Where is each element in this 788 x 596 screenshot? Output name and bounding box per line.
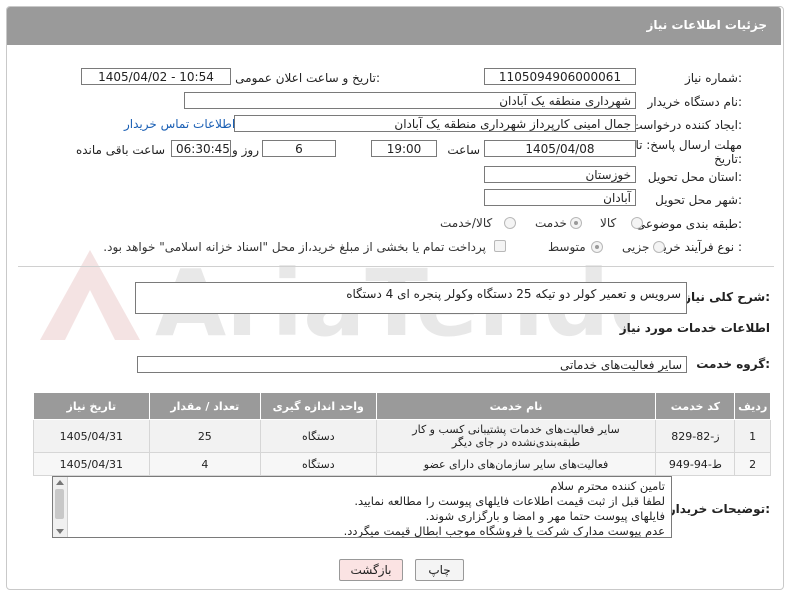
category-radio-service[interactable] [570,217,582,229]
notes-textarea[interactable]: تامین کننده محترم سلام لطفا قبل از ثبت ق… [52,476,672,538]
col-qty: تعداد / مقدار [148,392,261,420]
table-header-row: ردیف کد خدمت نام خدمت واحد اندازه گیری ت… [33,392,771,420]
summary-label: شرح کلی نیاز: [684,290,770,304]
deadline-time-label: ساعت [447,143,480,157]
table-row: 2 ط-94-949 فعالیت‌های سایر سازمان‌های دا… [33,452,771,476]
cell-name: سایر فعالیت‌های خدمات پشتیبانی کسب و کار… [375,419,657,453]
need-number-field: 1105094906000061 [484,68,636,85]
process-option-medium: متوسط [548,240,586,254]
notes-line: لطفا قبل از ثبت قیمت اطلاعات فایلهای پیو… [354,494,665,508]
cell-qty: 4 [148,452,261,476]
notes-line: فایلهای پیوست حتما مهر و امضا و بارگزاری… [425,509,665,523]
col-code: کد خدمت [655,392,736,420]
category-option-both: کالا/خدمت [440,216,493,230]
deadline-date-field: 1405/04/08 [484,140,636,157]
creator-field: جمال امینی کارپرداز شهرداری منطقه یک آبا… [234,115,636,132]
page: جزئیات اطلاعات نیاز AriaTender.net شماره… [0,0,788,596]
process-option-minor: جزیی [622,240,650,254]
table-row: 1 ز-82-829 سایر فعالیت‌های خدمات پشتیبان… [33,419,771,453]
process-radio-medium[interactable] [591,241,603,253]
category-option-service: خدمت [535,216,567,230]
summary-box: سرویس و تعمیر کولر دو تیکه 25 دستگاه وکو… [135,282,687,314]
page-title: جزئیات اطلاعات نیاز [646,18,767,32]
scroll-thumb[interactable] [55,489,64,519]
treasury-payment-note: پرداخت تمام یا بخشی از مبلغ خرید،از محل … [103,240,486,254]
announce-label: تاریخ و ساعت اعلان عمومی: [235,71,380,85]
col-name: نام خدمت [375,392,657,420]
buyer-org-label: نام دستگاه خریدار: [647,95,743,109]
summary-text: سرویس و تعمیر کولر دو تیکه 25 دستگاه وکو… [346,287,681,301]
treasury-payment-checkbox[interactable] [494,240,506,252]
deadline-label-date: تاریخ: [714,152,742,166]
deadline-label: مهلت ارسال پاسخ: تا [635,138,742,152]
category-option-goods: کالا [600,216,617,230]
remaining-label: ساعت باقی مانده [75,143,165,157]
province-label: استان محل تحویل: [647,170,742,184]
cell-date: 1405/04/31 [33,419,150,453]
notes-line: تامین کننده محترم سلام [550,479,665,493]
section-divider [18,266,774,267]
col-date: تاریخ نیاز [33,392,150,420]
province-field: خوزستان [484,166,636,183]
cell-index: 1 [734,419,771,453]
contact-buyer-link[interactable]: اطلاعات تماس خریدار [124,117,235,131]
category-label: طبقه بندی موضوعی: [635,217,742,231]
service-group-field: سایر فعالیت‌های خدماتی [137,356,687,373]
process-radio-minor[interactable] [653,241,665,253]
scroll-up-icon[interactable] [56,480,64,485]
need-number-label: شماره نیاز: [684,71,742,85]
notes-label: توضیحات خریدار: [668,502,770,516]
cell-unit: دستگاه [259,419,377,453]
cell-qty: 25 [148,419,261,453]
days-field: 6 [262,140,336,157]
remaining-time-field: 06:30:45 [171,140,231,157]
category-radio-goods[interactable] [631,217,643,229]
days-label: روز و [232,143,259,157]
notes-scrollbar[interactable] [53,477,68,537]
back-button[interactable]: بازگشت [339,559,403,581]
announce-field: 1405/04/02 - 10:54 [81,68,231,85]
cell-unit: دستگاه [259,452,377,476]
services-table: ردیف کد خدمت نام خدمت واحد اندازه گیری ت… [33,392,771,476]
category-radio-both[interactable] [504,217,516,229]
creator-label: ایجاد کننده درخواست: [631,118,742,132]
city-label: شهر محل تحویل: [655,193,742,207]
service-group-label: گروه خدمت: [696,357,770,371]
col-index: ردیف [734,392,771,420]
col-unit: واحد اندازه گیری [259,392,377,420]
page-header: جزئیات اطلاعات نیاز [7,7,781,45]
notes-line: عدم پیوست مدارک شرکت یا فروشگاه موجب ابط… [343,524,665,538]
cell-name: فعالیت‌های سایر سازمان‌های دارای عضو [375,452,657,476]
services-section-title: اطلاعات خدمات مورد نیاز [619,321,770,335]
print-button[interactable]: چاپ [415,559,464,581]
cell-date: 1405/04/31 [33,452,150,476]
city-field: آبادان [484,189,636,206]
scroll-down-icon[interactable] [56,529,64,534]
process-label: نوع فرآیند خرید : [657,240,742,254]
deadline-time-field: 19:00 [371,140,437,157]
cell-code: ط-94-949 [655,452,736,476]
cell-code: ز-82-829 [655,419,736,453]
buyer-org-field: شهرداری منطقه یک آبادان [184,92,636,109]
cell-index: 2 [734,452,771,476]
